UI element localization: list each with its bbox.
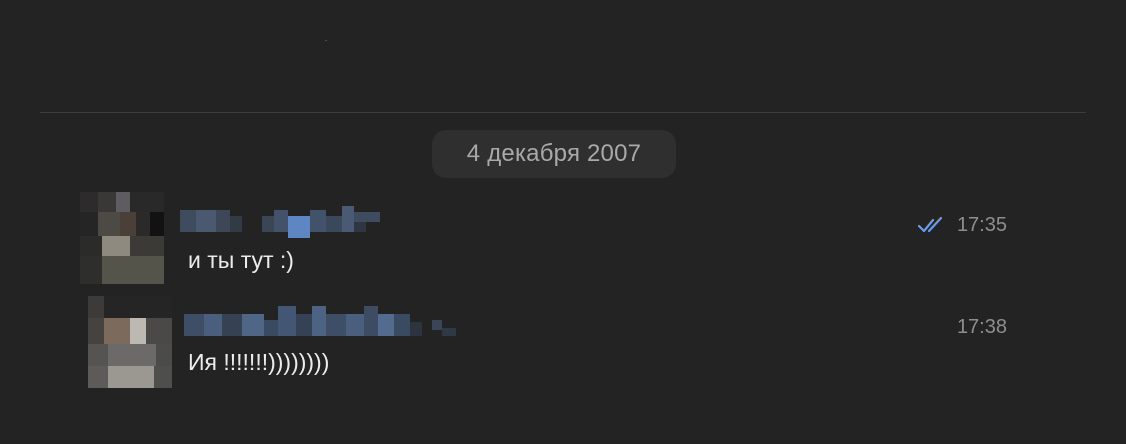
message-text: и ты тут :): [188, 247, 294, 273]
chat-history[interactable]: 4 декабря 2007 и ты тут:) 17:35 Ия !!!!…: [0, 0, 1126, 444]
date-separator: 4 декабря 2007: [432, 130, 676, 178]
sender-name[interactable]: [180, 206, 380, 238]
artifact-dot: [325, 40, 327, 41]
separator-line: [40, 112, 1086, 113]
message-text: Ия !!!!!!!)))))))): [188, 349, 330, 375]
avatar[interactable]: [80, 192, 164, 284]
message-time: 17:38: [956, 316, 1007, 338]
message-time: 17:35: [956, 214, 1007, 236]
double-check-icon: [918, 216, 943, 233]
sender-name[interactable]: [184, 306, 456, 336]
avatar[interactable]: [88, 296, 172, 388]
